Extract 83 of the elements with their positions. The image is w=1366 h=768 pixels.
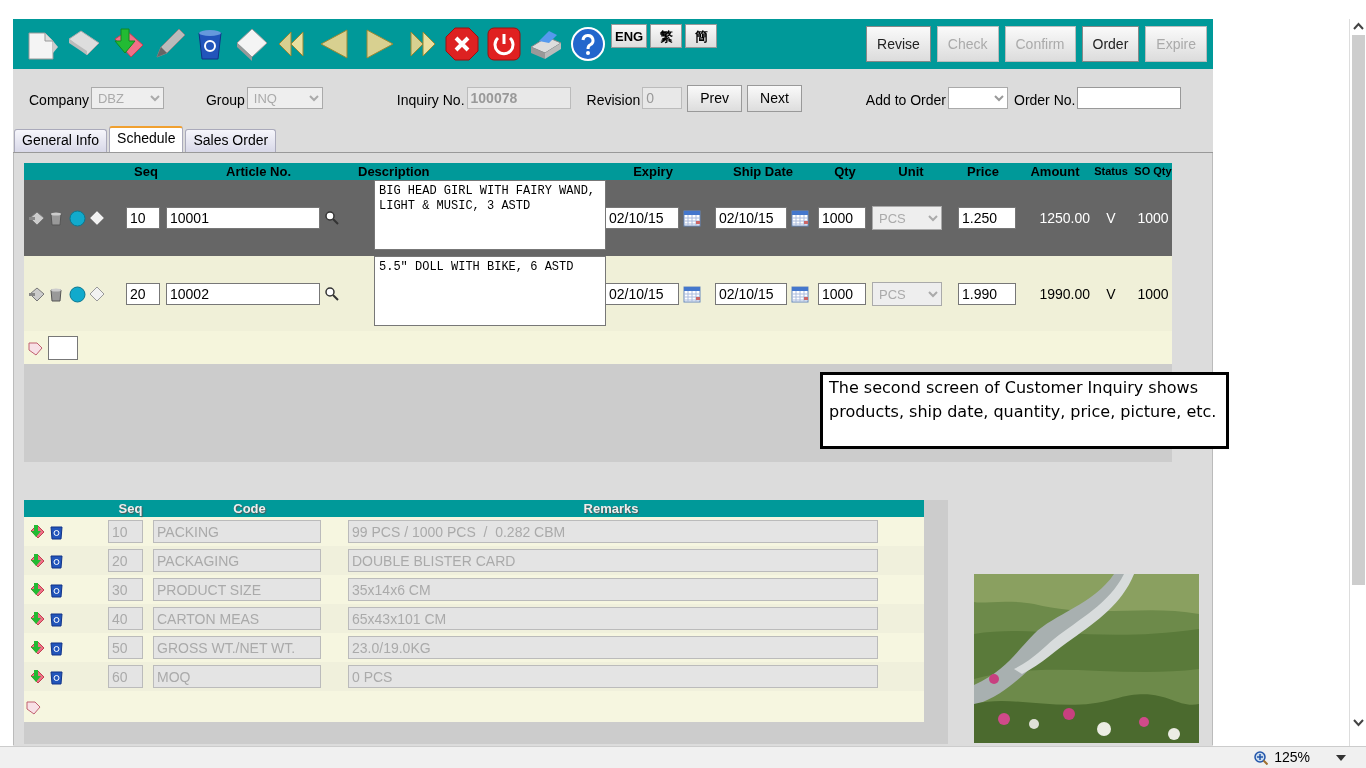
copy-icon[interactable] [27,285,45,303]
tab[interactable]: General Info [14,129,108,152]
column-header: Code [232,500,267,517]
dropdown-caret-icon[interactable] [1336,754,1346,761]
expiry-date-field[interactable]: 02/10/15 [605,207,679,229]
calendar-icon[interactable] [682,209,701,227]
delete-icon[interactable] [48,552,65,569]
new-seq-field[interactable] [48,335,78,360]
article-number-field[interactable]: 10002 [166,283,320,305]
price-field[interactable]: 1.250 [958,207,1016,229]
description-field[interactable]: BIG HEAD GIRL WITH FAIRY WAND, LIGHT & MUSIC, 3 ASTD [374,180,606,250]
delete-icon[interactable] [48,668,65,685]
add-to-order-select[interactable] [948,87,1008,109]
column-header-link[interactable]: Amount [1016,163,1094,180]
zoom-icon[interactable] [1254,750,1269,765]
seq-field[interactable]: 10 [126,207,160,229]
status-text: V [1105,284,1117,304]
column-header-link[interactable]: Status [1094,163,1128,180]
ship-date-field[interactable]: 02/10/15 [715,207,787,229]
quantity-field[interactable]: 1000 [818,283,866,305]
status-text: V [1105,208,1117,228]
scroll-up-icon[interactable] [1353,22,1364,30]
delete-icon[interactable] [48,610,65,627]
delete-icon[interactable] [48,639,65,656]
status-dot-icon [68,285,86,303]
order-number-field[interactable] [1077,87,1182,109]
tab[interactable]: Schedule [109,126,184,152]
column-header: Remarks [582,500,640,517]
add-row-icon[interactable] [24,698,41,715]
help-icon[interactable] [569,25,607,63]
language-button[interactable]: 簡 [685,24,718,48]
column-header-link[interactable]: Expiry [598,163,708,180]
table-row[interactable]: 20 10002 5.5" DOLL WITH BIKE, 6 ASTD 02/10/15 02/10/15 1000 PCS 1.990 1990.00 V 1000 [24,256,1172,331]
column-header-link[interactable]: Description [358,163,598,180]
article-number-field[interactable]: 10001 [166,207,320,229]
price-field[interactable]: 1.990 [958,283,1016,305]
so-quantity-text: 1000 [1136,284,1170,304]
nav-button[interactable]: Prev [687,84,743,112]
status-dot-icon [68,209,86,227]
calendar-icon[interactable] [790,285,809,303]
field-label: Company [29,90,89,110]
scrollbar-thumb[interactable] [1352,35,1365,585]
amount-text: 1250.00 [1038,208,1091,228]
eraser-icon[interactable] [89,285,106,303]
field-label: Inquiry No. [396,90,465,110]
column-header-link[interactable]: Ship Date [708,163,818,180]
expiry-date-field[interactable]: 02/10/15 [605,283,679,305]
language-button[interactable]: ENG [611,24,648,48]
field-label: Group [205,90,245,110]
amount-text: 1990.00 [1038,284,1091,304]
delete-icon[interactable] [48,581,65,598]
column-header-link[interactable]: Qty [818,163,872,180]
nav-button[interactable]: Next [747,84,802,112]
add-row-icon[interactable] [26,339,43,356]
column-header-link[interactable]: Seq [126,163,166,180]
eraser-icon[interactable] [89,209,106,227]
zoom-level-text[interactable]: 125% [1274,747,1310,768]
quantity-field[interactable]: 1000 [818,207,866,229]
delete-icon[interactable] [48,523,65,540]
copy-icon[interactable] [27,209,45,227]
description-field[interactable]: 5.5" DOLL WITH BIKE, 6 ASTD [374,256,606,326]
column-header-link[interactable]: Unit [872,163,950,180]
column-header-link[interactable]: Article No. [166,163,358,180]
field-label: Revision [586,90,641,110]
tab[interactable]: Sales Order [185,129,277,152]
field-label: Order No. [1014,90,1076,110]
calendar-icon[interactable] [682,285,701,303]
seq-field[interactable]: 20 [126,283,160,305]
calendar-icon[interactable] [790,209,809,227]
power-icon[interactable] [485,25,523,63]
table-row[interactable]: 10 10001 BIG HEAD GIRL WITH FAIRY WAND, LIGHT & MUSIC, 3 ASTD 02/10/15 02/10/15 1000 PCS 1.250 1250.00 V 1000 [24,180,1172,256]
stop-icon[interactable] [443,25,481,63]
field-label: Add to Order [865,90,946,110]
scroll-down-icon[interactable] [1353,719,1364,727]
column-header: Seq [117,500,144,517]
action-button[interactable]: Order [1081,26,1140,62]
so-quantity-text: 1000 [1136,208,1170,228]
column-header-link[interactable]: SO Qty [1128,163,1178,180]
language-button[interactable]: 繁 [650,24,683,48]
callout-text: The second screen of Customer Inquiry shows products, ship date, quantity, price, picture, etc. [820,372,1229,449]
action-button[interactable]: Revise [866,26,931,62]
column-header-link[interactable]: Price [950,163,1016,180]
ship-date-field[interactable]: 02/10/15 [715,283,787,305]
